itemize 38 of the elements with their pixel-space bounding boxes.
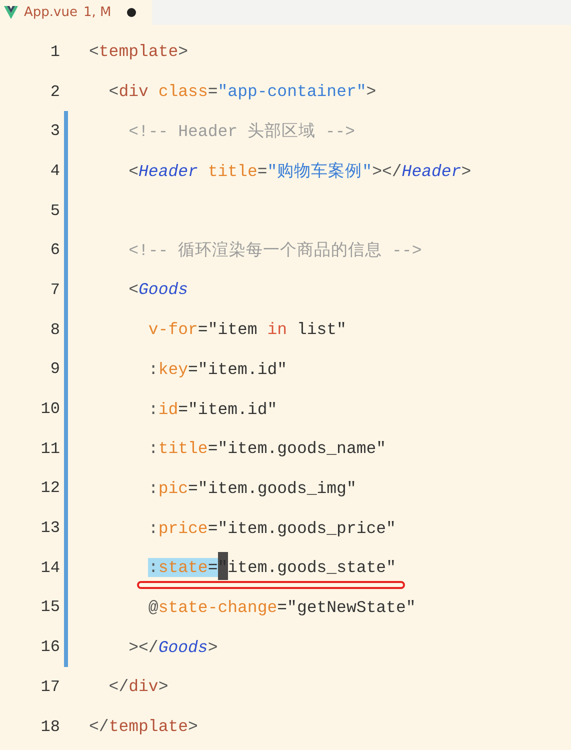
code-line: <div class="app-container"> (108, 82, 376, 102)
code-line: <Header title="购物车案例"></Header> (128, 160, 472, 182)
code-line: ></Goods> (128, 638, 218, 657)
code-line: <template> (89, 42, 188, 62)
line-number: 18 (40, 718, 60, 736)
line-number: 5 (49, 202, 60, 220)
code-line: <!-- 循环渲染每一个商品的信息 --> (128, 240, 422, 262)
code-line: :key="item.id" (147, 360, 288, 379)
line-number: 16 (40, 638, 60, 656)
vue-logo-icon (4, 6, 18, 19)
line-number: 6 (49, 241, 60, 260)
line-number: 11 (40, 440, 60, 458)
code-line: :id="item.id" (147, 400, 278, 419)
line-number: 4 (49, 162, 60, 180)
line-number: 3 (49, 122, 60, 140)
code-line: <Goods (128, 280, 188, 300)
tab-filename: App.vue (24, 5, 78, 20)
problem-status: 1, M (83, 5, 112, 20)
line-number: 17 (40, 678, 60, 696)
line-number: 2 (49, 82, 60, 101)
line-number: 9 (49, 360, 60, 378)
line-number: 15 (40, 598, 60, 616)
line-number: 10 (40, 400, 60, 418)
line-number: 13 (40, 519, 60, 538)
line-number: 14 (40, 558, 60, 577)
line-number: 7 (49, 280, 60, 299)
code-line: </template> (89, 717, 198, 736)
line-number: 8 (49, 320, 60, 339)
line-number: 1 (49, 42, 60, 61)
code-line: <!-- Header 头部区域 --> (128, 121, 356, 142)
code-line: @state-change="getNewState" (147, 598, 416, 617)
file-tab[interactable]: App.vue 1, M (0, 0, 152, 25)
code-line: :title="item.goods_name" (147, 439, 386, 458)
line-number: 12 (40, 479, 60, 498)
code-line: :price="item.goods_price" (147, 518, 396, 538)
code-line: v-for="item in list" (147, 320, 346, 340)
code-line: :pic="item.goods_img" (147, 478, 356, 498)
code-line: </div> (108, 677, 168, 696)
